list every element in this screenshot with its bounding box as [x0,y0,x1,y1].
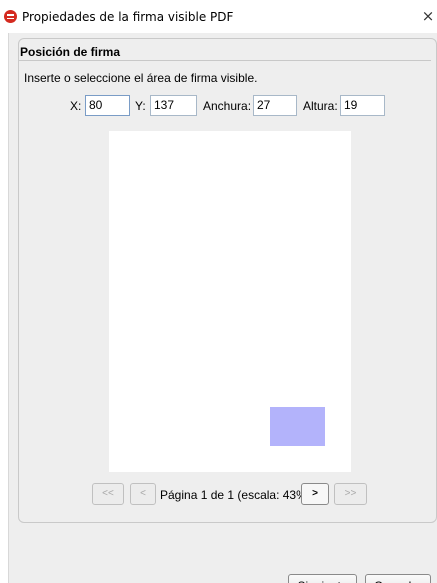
height-input[interactable]: 19 [340,95,385,116]
next-page-button[interactable]: > [301,483,329,505]
previous-page-button[interactable]: < [130,483,156,505]
window-title: Propiedades de la firma visible PDF [22,10,234,24]
group-divider [19,60,431,61]
cancel-button[interactable]: Cancelar [365,574,431,583]
title-bar: Propiedades de la firma visible PDF × [0,0,437,33]
cancel-label-rest: ancelar [383,579,422,583]
y-input[interactable]: 137 [150,95,197,116]
close-icon[interactable]: × [421,6,435,26]
dialog-body: Posición de firma Inserte o seleccione e… [8,33,437,583]
signature-area[interactable] [270,407,325,446]
y-label: Y: [135,99,146,113]
last-page-button[interactable]: >> [334,483,367,505]
width-input[interactable]: 27 [253,95,297,116]
first-page-button[interactable]: << [92,483,124,505]
page-preview[interactable] [109,131,351,472]
page-info: Página 1 de 1 (escala: 43%) [160,488,311,502]
instruction-text: Inserte o seleccione el área de firma vi… [24,71,258,85]
width-label: Anchura: [203,99,252,113]
x-label: X: [70,99,82,113]
next-button[interactable]: Siguiente [288,574,357,583]
cancel-mnemonic: C [374,579,383,583]
height-label: Altura: [303,99,338,113]
group-title: Posición de firma [20,45,121,59]
app-icon [4,10,17,23]
x-input[interactable]: 80 [85,95,130,116]
